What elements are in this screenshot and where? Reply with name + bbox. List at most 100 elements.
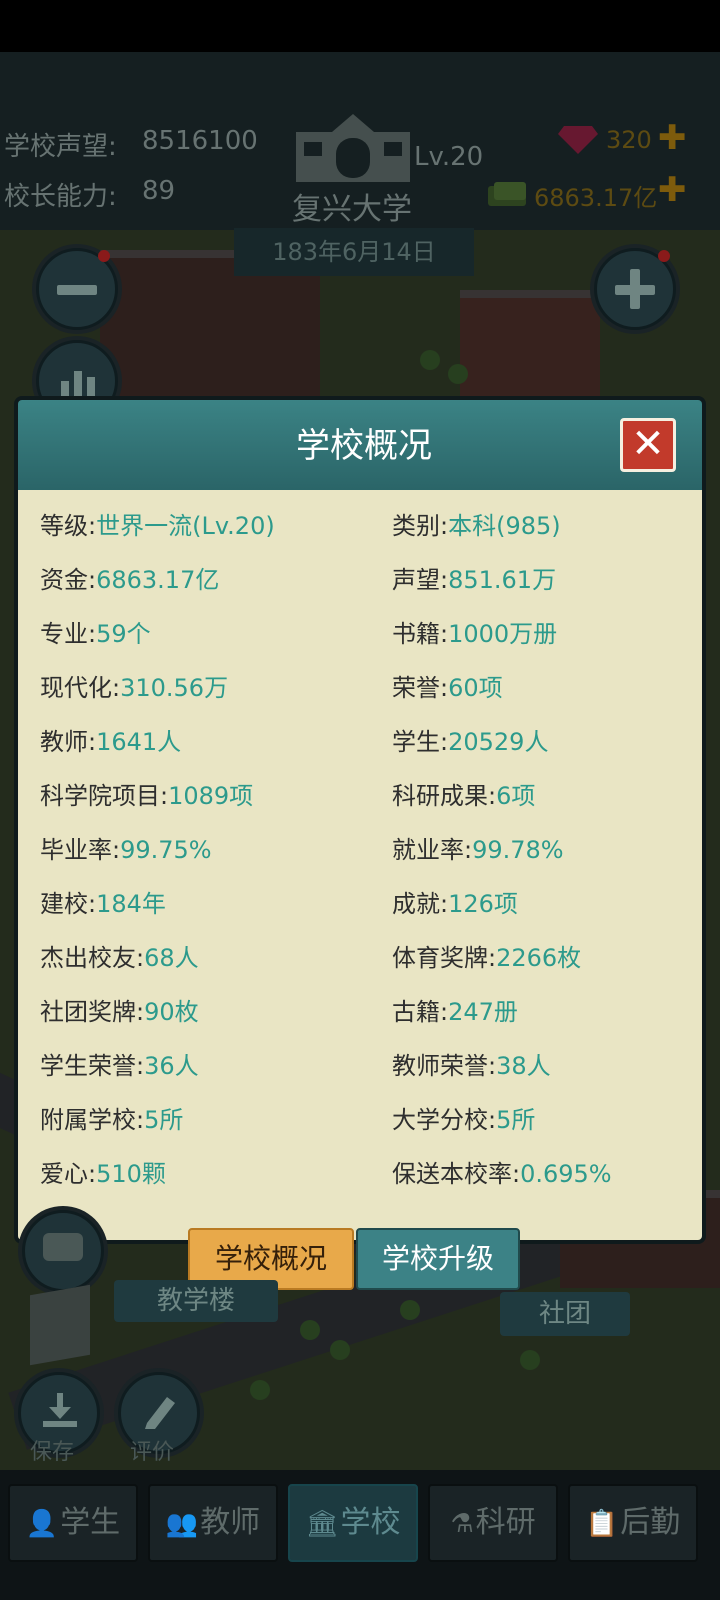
stat-row: 等级:世界一流(Lv.20) <box>40 506 275 541</box>
student-icon: 👤 <box>25 1509 59 1539</box>
game-date: 183年6月14日 <box>234 228 474 276</box>
save-label: 保存 <box>30 1440 75 1465</box>
stat-row: 杰出校友:68人 <box>40 938 199 973</box>
stat-label: 科研成果: <box>392 782 497 810</box>
stat-row: 建校:184年 <box>40 884 166 919</box>
stat-label: 保送本校率: <box>392 1160 521 1188</box>
nav-teachers[interactable]: 👥教师 <box>148 1484 278 1562</box>
stat-value: 310.56万 <box>120 674 229 702</box>
stat-row: 资金:6863.17亿 <box>40 560 219 595</box>
stat-value: 1089项 <box>168 782 254 810</box>
stat-row: 大学分校:5所 <box>392 1100 535 1135</box>
stat-label: 学生: <box>392 728 449 756</box>
close-icon: ✕ <box>631 421 665 467</box>
stat-value: 1641人 <box>96 728 182 756</box>
download-icon <box>43 1393 77 1433</box>
stat-row: 现代化:310.56万 <box>40 668 228 703</box>
stat-value: 本科(985) <box>448 512 561 540</box>
stat-value: 99.75% <box>120 836 212 864</box>
stat-label: 成就: <box>392 890 449 918</box>
dialog-header: 学校概况 ✕ <box>14 396 706 492</box>
stat-value: 36人 <box>144 1052 199 1080</box>
stat-row: 爱心:510颗 <box>40 1154 166 1189</box>
stat-value: 184年 <box>96 890 166 918</box>
stat-value: 5所 <box>144 1106 184 1134</box>
stat-row: 毕业率:99.75% <box>40 830 212 865</box>
stat-row: 附属学校:5所 <box>40 1100 183 1135</box>
notice-board-icon[interactable] <box>30 1284 90 1366</box>
stat-value: 38人 <box>496 1052 551 1080</box>
stat-label: 附属学校: <box>40 1106 145 1134</box>
stat-label: 就业率: <box>392 836 473 864</box>
chat-button[interactable] <box>22 1210 104 1292</box>
stat-label: 现代化: <box>40 674 121 702</box>
chat-icon <box>43 1233 83 1261</box>
stat-value: 510颗 <box>96 1160 166 1188</box>
close-button[interactable]: ✕ <box>620 418 676 472</box>
stat-label: 荣誉: <box>392 674 449 702</box>
stat-row: 类别:本科(985) <box>392 506 561 541</box>
stat-label: 教师: <box>40 728 97 756</box>
teaching-building-label[interactable]: 教学楼 <box>114 1280 278 1322</box>
stat-label: 杰出校友: <box>40 944 145 972</box>
school-icon: 🏛 <box>305 1509 339 1539</box>
stat-label: 科学院项目: <box>40 782 169 810</box>
stat-value: 世界一流(Lv.20) <box>96 512 275 540</box>
stat-value: 99.78% <box>472 836 564 864</box>
stat-row: 科学院项目:1089项 <box>40 776 253 811</box>
stat-value: 1000万册 <box>448 620 558 648</box>
stat-label: 爱心: <box>40 1160 97 1188</box>
stat-row: 保送本校率:0.695% <box>392 1154 612 1189</box>
stat-label: 建校: <box>40 890 97 918</box>
stat-row: 学生荣誉:36人 <box>40 1046 199 1081</box>
stat-label: 书籍: <box>392 620 449 648</box>
stat-label: 资金: <box>40 566 97 594</box>
stat-row: 专业:59个 <box>40 614 151 649</box>
stat-value: 6项 <box>496 782 536 810</box>
stat-row: 古籍:247册 <box>392 992 518 1027</box>
stat-row: 社团奖牌:90枚 <box>40 992 199 1027</box>
dialog-title: 学校概况 <box>296 426 432 466</box>
stat-label: 教师荣誉: <box>392 1052 497 1080</box>
stat-value: 5所 <box>496 1106 536 1134</box>
stat-label: 学生荣誉: <box>40 1052 145 1080</box>
pencil-icon <box>143 1393 177 1433</box>
stat-value: 90枚 <box>144 998 199 1026</box>
stat-label: 大学分校: <box>392 1106 497 1134</box>
stat-row: 教师荣誉:38人 <box>392 1046 551 1081</box>
review-label: 评价 <box>130 1440 175 1465</box>
stat-value: 247册 <box>448 998 518 1026</box>
stat-label: 专业: <box>40 620 97 648</box>
stat-value: 0.695% <box>520 1160 612 1188</box>
stat-value: 68人 <box>144 944 199 972</box>
stat-label: 古籍: <box>392 998 449 1026</box>
stat-row: 学生:20529人 <box>392 722 548 757</box>
tab-school-upgrade[interactable]: 学校升级 <box>356 1228 520 1290</box>
stat-row: 声望:851.61万 <box>392 560 556 595</box>
stat-label: 类别: <box>392 512 449 540</box>
nav-students[interactable]: 👤学生 <box>8 1484 138 1562</box>
stat-row: 体育奖牌:2266枚 <box>392 938 581 973</box>
nav-research[interactable]: ⚗科研 <box>428 1484 558 1562</box>
stat-row: 科研成果:6项 <box>392 776 535 811</box>
notification-dot <box>658 250 670 262</box>
flask-icon: ⚗ <box>450 1509 474 1539</box>
stat-row: 就业率:99.78% <box>392 830 564 865</box>
notification-dot <box>98 250 110 262</box>
stat-label: 等级: <box>40 512 97 540</box>
stat-value: 6863.17亿 <box>96 566 220 594</box>
stat-value: 59个 <box>96 620 151 648</box>
stat-row: 教师:1641人 <box>40 722 181 757</box>
stat-value: 2266枚 <box>496 944 582 972</box>
stat-value: 851.61万 <box>448 566 557 594</box>
nav-logistics[interactable]: 📋后勤 <box>568 1484 698 1562</box>
stat-label: 社团奖牌: <box>40 998 145 1026</box>
club-label[interactable]: 社团 <box>500 1292 630 1336</box>
stat-row: 成就:126项 <box>392 884 518 919</box>
stat-row: 荣誉:60项 <box>392 668 503 703</box>
minus-icon <box>57 285 97 295</box>
stat-value: 126项 <box>448 890 518 918</box>
status-bar <box>0 0 720 52</box>
nav-school[interactable]: 🏛学校 <box>288 1484 418 1562</box>
stat-label: 毕业率: <box>40 836 121 864</box>
